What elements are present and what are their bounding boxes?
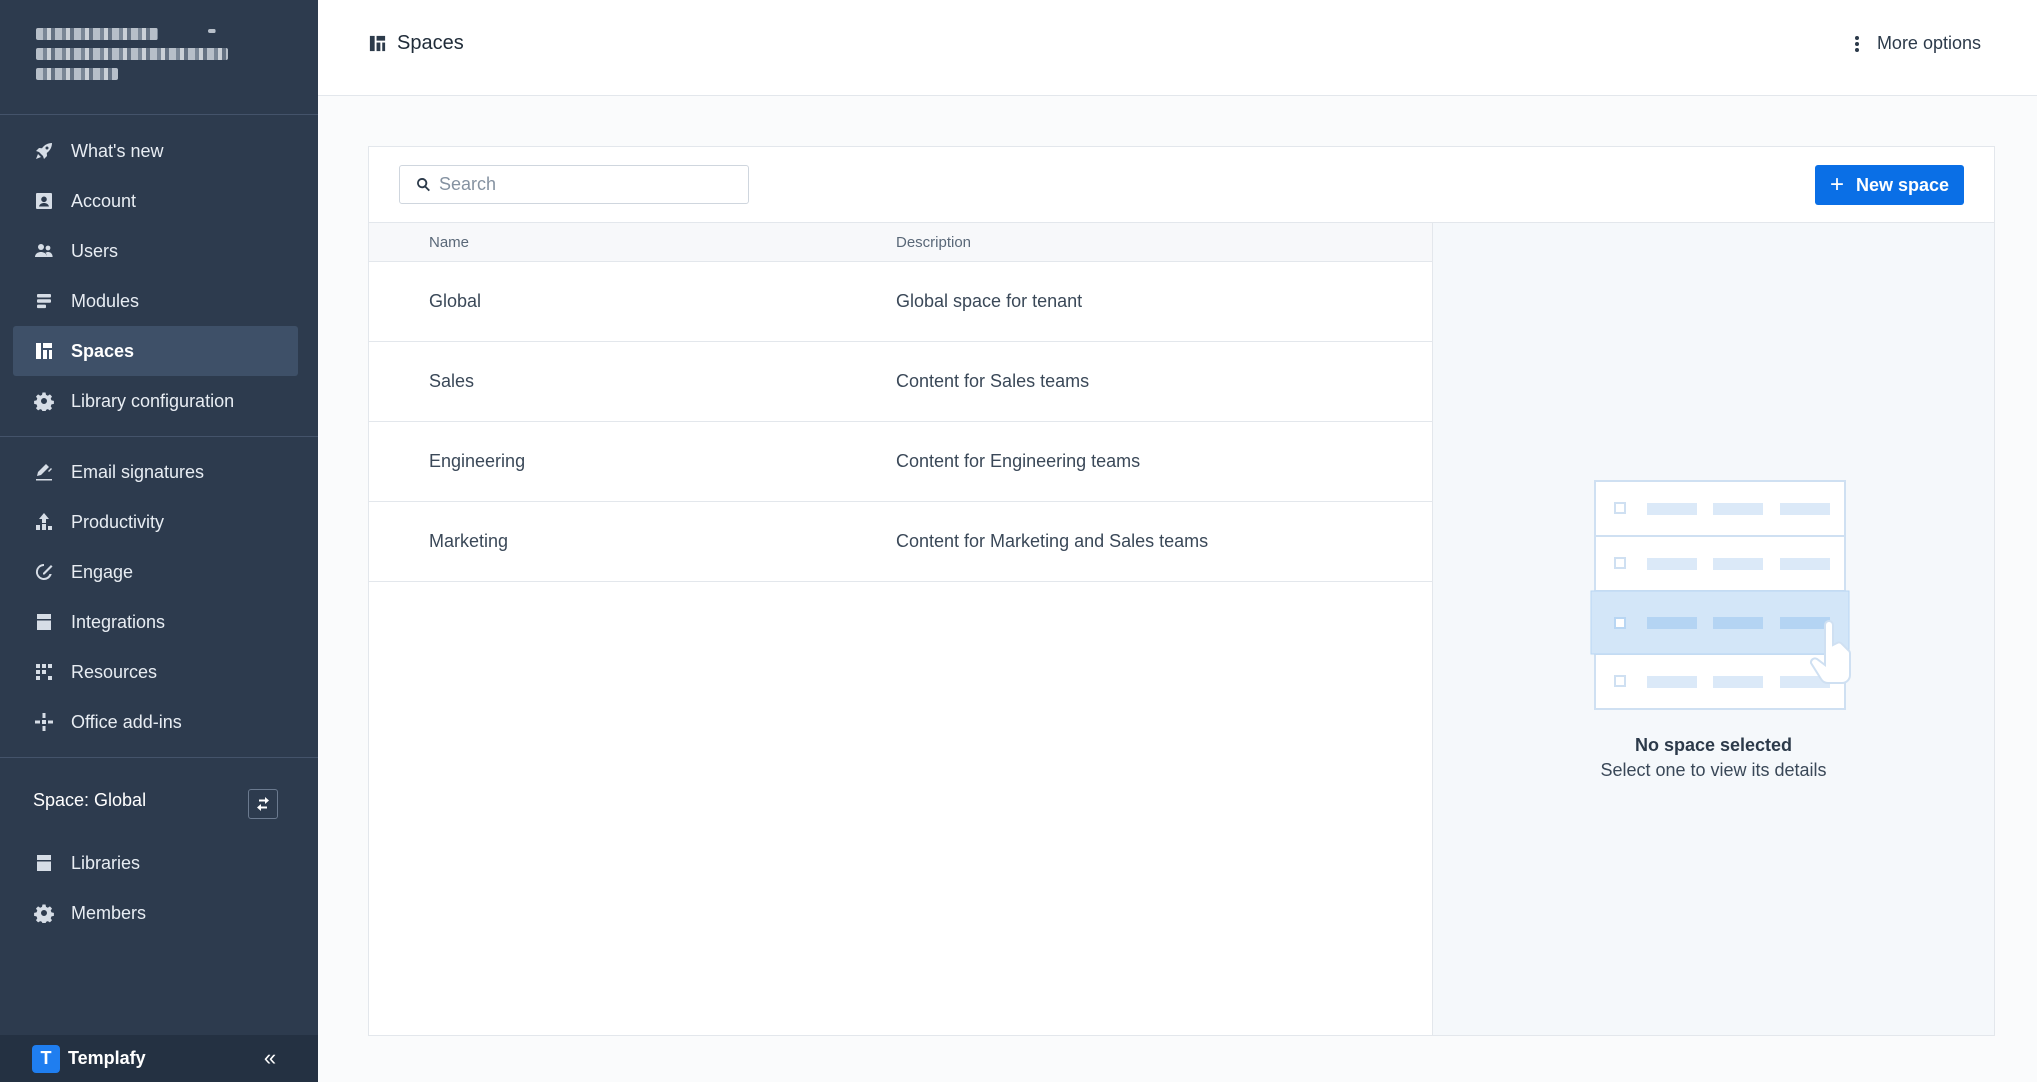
gear-icon [33,902,55,924]
space-name: Sales [429,371,475,391]
app-root: What's new Account Users Modules Spaces [0,0,2037,1082]
integrations-icon [33,611,55,633]
table-row[interactable]: Marketing Content for Marketing and Sale… [369,502,1432,582]
table-row[interactable]: Engineering Content for Engineering team… [369,422,1432,502]
current-space-label: Space: Global [33,790,147,810]
sidebar-item-label: Libraries [71,852,141,873]
empty-state-title: No space selected [1634,735,1793,755]
switch-space-button[interactable] [248,789,278,819]
space-name: Engineering [429,451,526,471]
sidebar-item-whats-new[interactable]: What's new [13,126,298,176]
sidebar: What's new Account Users Modules Spaces [0,0,318,1082]
sidebar-item-label: Productivity [71,511,165,532]
kebab-icon [1849,34,1865,54]
sidebar-item-office-add-ins[interactable]: Office add-ins [13,697,298,747]
sidebar-item-label: Modules [71,290,140,311]
table-row[interactable]: Global Global space for tenant [369,262,1432,342]
new-space-label: New space [1855,174,1950,195]
sidebar-item-email-signatures[interactable]: Email signatures [13,447,298,497]
tenant-info-blurred[interactable] [36,26,284,94]
new-space-button[interactable]: + New space [1815,165,1964,205]
sidebar-item-integrations[interactable]: Integrations [13,597,298,647]
sidebar-item-label: Members [71,902,147,923]
space-name: Marketing [429,531,509,551]
page-title: Spaces [397,32,464,54]
search-input[interactable] [439,174,739,195]
sidebar-item-account[interactable]: Account [13,176,298,226]
sidebar-item-engage[interactable]: Engage [13,547,298,597]
add-ins-icon [33,711,55,733]
sidebar-item-library-configuration[interactable]: Library configuration [13,376,298,426]
sidebar-item-libraries[interactable]: Libraries [13,838,298,888]
engage-icon [33,561,55,583]
spaces-panel: + New space Name Description Global Glob… [368,146,1995,1036]
sidebar-item-productivity[interactable]: Productivity [13,497,298,547]
sidebar-item-label: Account [71,190,137,211]
space-description: Content for Sales teams [896,371,1090,391]
rocket-icon [33,140,55,162]
gear-icon [33,390,55,412]
modules-icon [33,290,55,312]
sidebar-item-label: Engage [71,561,134,582]
libraries-icon [33,852,55,874]
search-box[interactable] [399,165,749,204]
account-icon [33,190,55,212]
table-row[interactable]: Sales Content for Sales teams [369,342,1432,422]
space-description: Global space for tenant [896,291,1083,311]
templafy-logo: T [32,1044,60,1073]
toolbar: + New space [369,147,1994,223]
column-header-description[interactable]: Description [896,234,971,251]
sidebar-divider [0,114,318,115]
sidebar-item-label: Spaces [71,340,135,361]
resources-icon [33,661,55,683]
sidebar-item-label: Resources [71,661,158,682]
page-title-group: Spaces [368,32,464,55]
sidebar-item-label: Library configuration [71,390,235,411]
spaces-icon [33,340,55,362]
sidebar-item-users[interactable]: Users [13,226,298,276]
more-options-button[interactable]: More options [1849,33,1981,54]
search-icon [417,177,430,192]
sidebar-item-label: Integrations [71,611,166,632]
swap-icon [257,797,269,811]
sidebar-item-members[interactable]: Members [13,888,298,938]
sidebar-item-label: What's new [71,140,164,161]
page-header: Spaces More options [318,0,2037,96]
empty-table-illustration [1590,480,1851,710]
spaces-table: Name Description Global Global space for… [369,223,1433,1035]
brand-name: Templafy [68,1048,146,1068]
users-icon [33,240,55,262]
sidebar-divider [0,436,318,437]
table-header: Name Description [369,223,1432,262]
space-description: Content for Marketing and Sales teams [896,531,1209,551]
sidebar-item-resources[interactable]: Resources [13,647,298,697]
more-options-label: More options [1876,33,1981,53]
plus-icon: + [1829,171,1844,198]
column-header-name[interactable]: Name [429,234,469,251]
sidebar-item-label: Office add-ins [71,711,182,732]
sidebar-footer: T Templafy « [0,1035,318,1082]
productivity-icon [33,511,55,533]
space-description: Content for Engineering teams [896,451,1141,471]
spaces-icon [369,35,386,52]
collapse-sidebar-button[interactable]: « [258,1047,282,1071]
sidebar-divider [0,757,318,758]
sidebar-item-spaces[interactable]: Spaces [13,326,298,376]
sidebar-item-label: Users [71,240,119,261]
space-name: Global [429,291,482,311]
signature-icon [33,461,55,483]
sidebar-item-modules[interactable]: Modules [13,276,298,326]
space-detail-pane: No space selected Select one to view its… [1433,223,1994,1035]
empty-state-subtitle: Select one to view its details [1600,760,1827,780]
sidebar-item-label: Email signatures [71,461,205,482]
